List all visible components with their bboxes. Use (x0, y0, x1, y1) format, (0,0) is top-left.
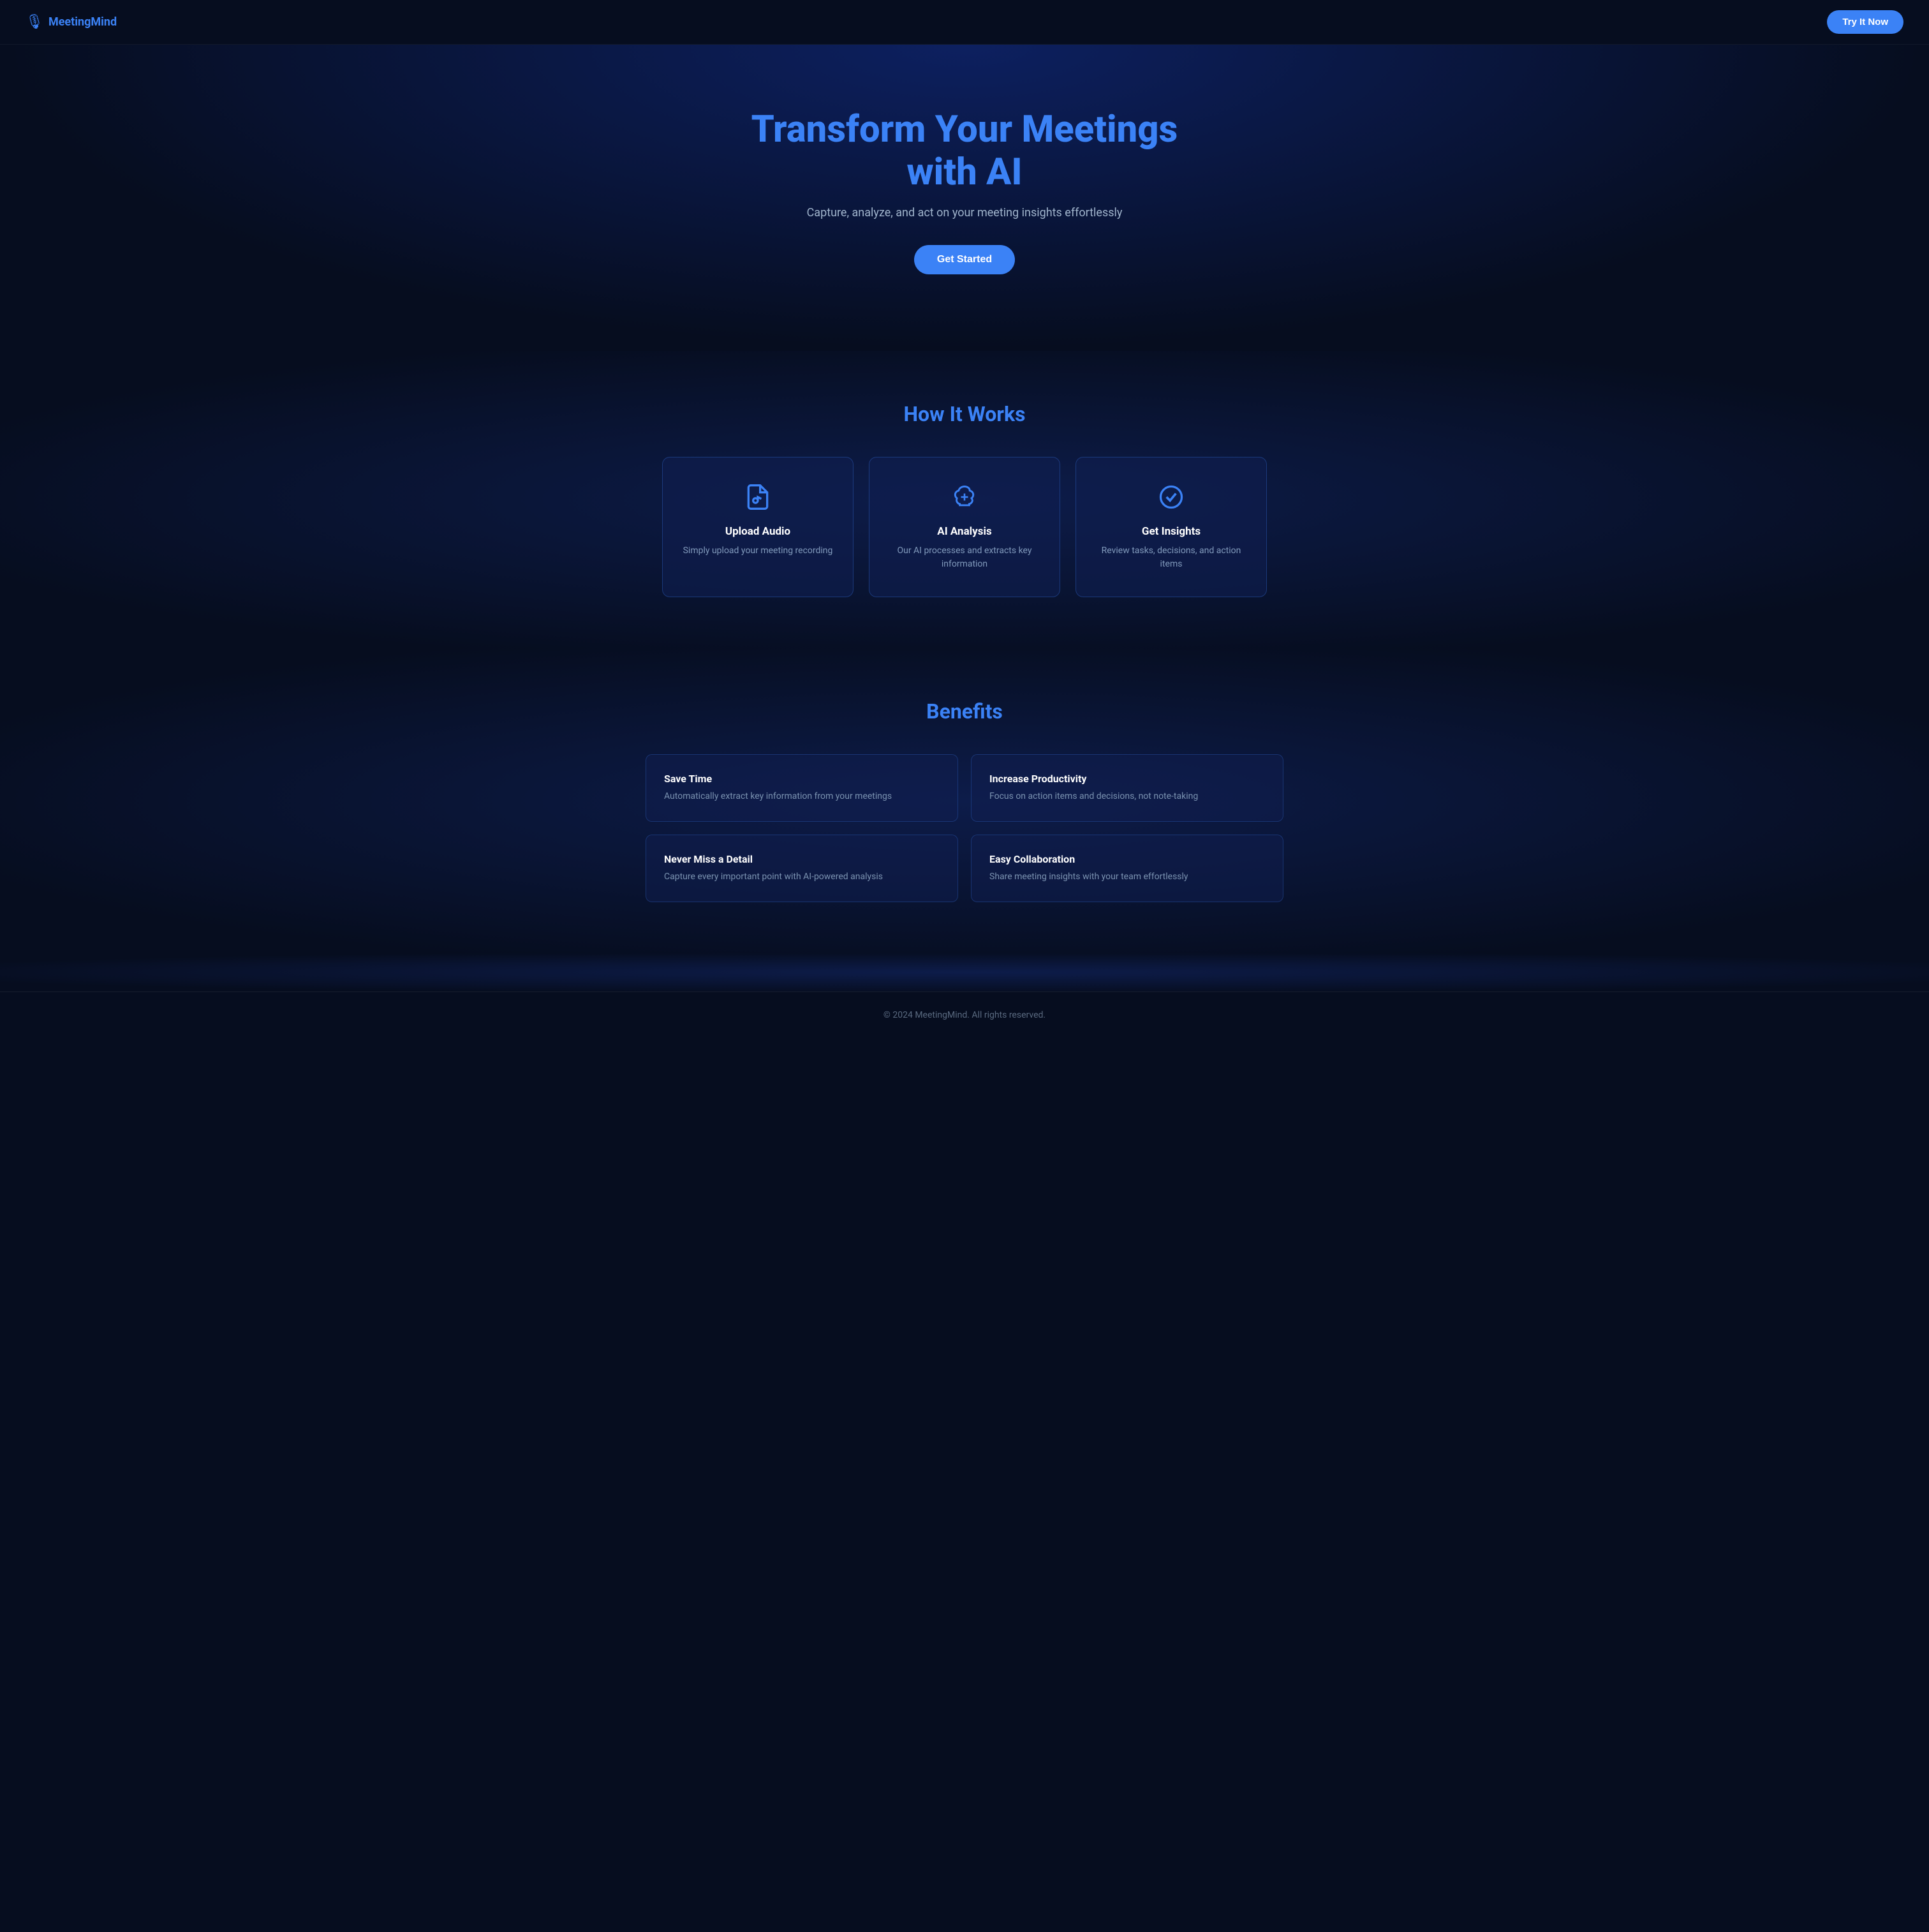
footer: © 2024 MeetingMind. All rights reserved. (0, 992, 1929, 1038)
ai-analysis-card-title: AI Analysis (887, 525, 1042, 538)
benefit-save-time-desc: Automatically extract key information fr… (664, 790, 940, 803)
upload-audio-card: Upload Audio Simply upload your meeting … (662, 457, 854, 597)
benefit-never-miss-desc: Capture every important point with AI-po… (664, 870, 940, 884)
benefit-never-miss: Never Miss a Detail Capture every import… (646, 835, 958, 902)
get-insights-icon (1157, 483, 1185, 511)
how-it-works-section: How It Works Upload Audio Simply upload … (0, 351, 1929, 648)
try-it-now-button[interactable]: Try It Now (1827, 10, 1903, 34)
benefit-easy-collaboration: Easy Collaboration Share meeting insight… (971, 835, 1283, 902)
get-insights-card-desc: Review tasks, decisions, and action item… (1094, 544, 1248, 571)
get-insights-card: Get Insights Review tasks, decisions, an… (1075, 457, 1267, 597)
logo-text: MeetingMind (48, 15, 117, 29)
ai-analysis-card-desc: Our AI processes and extracts key inform… (887, 544, 1042, 571)
footer-text: © 2024 MeetingMind. All rights reserved. (883, 1010, 1046, 1020)
ai-analysis-card: AI Analysis Our AI processes and extract… (869, 457, 1060, 597)
benefit-productivity-desc: Focus on action items and decisions, not… (989, 790, 1265, 803)
upload-audio-icon (744, 483, 772, 511)
upload-audio-card-desc: Simply upload your meeting recording (681, 544, 835, 558)
hero-subtitle: Capture, analyze, and act on your meetin… (26, 206, 1903, 219)
logo-icon: 🎙 (26, 14, 43, 30)
navbar: 🎙 MeetingMind Try It Now (0, 0, 1929, 45)
benefit-save-time-title: Save Time (664, 773, 940, 785)
benefits-title: Benefits (26, 699, 1903, 724)
ai-analysis-icon (950, 483, 979, 511)
hero-section: Transform Your Meetings with AI Capture,… (0, 45, 1929, 351)
how-it-works-title: How It Works (26, 402, 1903, 426)
how-it-works-cards: Upload Audio Simply upload your meeting … (646, 457, 1283, 597)
benefit-collaboration-desc: Share meeting insights with your team ef… (989, 870, 1265, 884)
logo: 🎙 MeetingMind (26, 14, 117, 30)
benefit-collaboration-title: Easy Collaboration (989, 853, 1265, 865)
benefit-productivity-title: Increase Productivity (989, 773, 1265, 785)
benefits-grid: Save Time Automatically extract key info… (646, 754, 1283, 902)
benefits-section: Benefits Save Time Automatically extract… (0, 648, 1929, 953)
bottom-spacer (0, 953, 1929, 992)
hero-title: Transform Your Meetings with AI (716, 108, 1213, 193)
benefit-save-time: Save Time Automatically extract key info… (646, 754, 958, 822)
benefit-never-miss-title: Never Miss a Detail (664, 853, 940, 865)
get-started-button[interactable]: Get Started (914, 245, 1015, 274)
upload-audio-card-title: Upload Audio (681, 525, 835, 538)
get-insights-card-title: Get Insights (1094, 525, 1248, 538)
benefit-increase-productivity: Increase Productivity Focus on action it… (971, 754, 1283, 822)
